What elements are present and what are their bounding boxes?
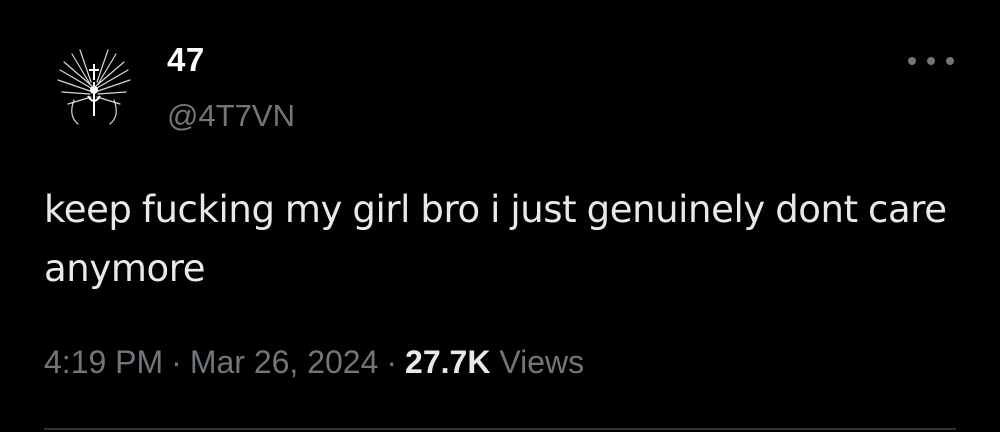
views-label: Views xyxy=(499,344,585,380)
tweet-text: keep fucking my girl bro i just genuinel… xyxy=(44,188,947,290)
more-dots-icon xyxy=(927,57,935,65)
tweet-detail: 47 @4T7VN keep fucking my girl bro i jus… xyxy=(0,0,1000,432)
user-handle[interactable]: @4T7VN xyxy=(167,97,295,135)
views-count: 27.7K xyxy=(405,344,491,380)
avatar[interactable] xyxy=(44,34,144,134)
more-dots-icon xyxy=(946,57,954,65)
tweet-meta: 4:19 PM · Mar 26, 2024 · 27.7K Views xyxy=(44,338,584,386)
divider xyxy=(44,428,956,430)
more-options-button[interactable] xyxy=(908,46,954,76)
more-dots-icon xyxy=(908,57,916,65)
tweet-date[interactable]: Mar 26, 2024 xyxy=(190,344,379,380)
winged-cross-emblem-icon xyxy=(57,49,131,125)
display-name[interactable]: 47 xyxy=(167,40,205,80)
meta-separator: · xyxy=(171,344,182,380)
meta-separator: · xyxy=(386,344,398,380)
tweet-time[interactable]: 4:19 PM xyxy=(44,344,163,380)
